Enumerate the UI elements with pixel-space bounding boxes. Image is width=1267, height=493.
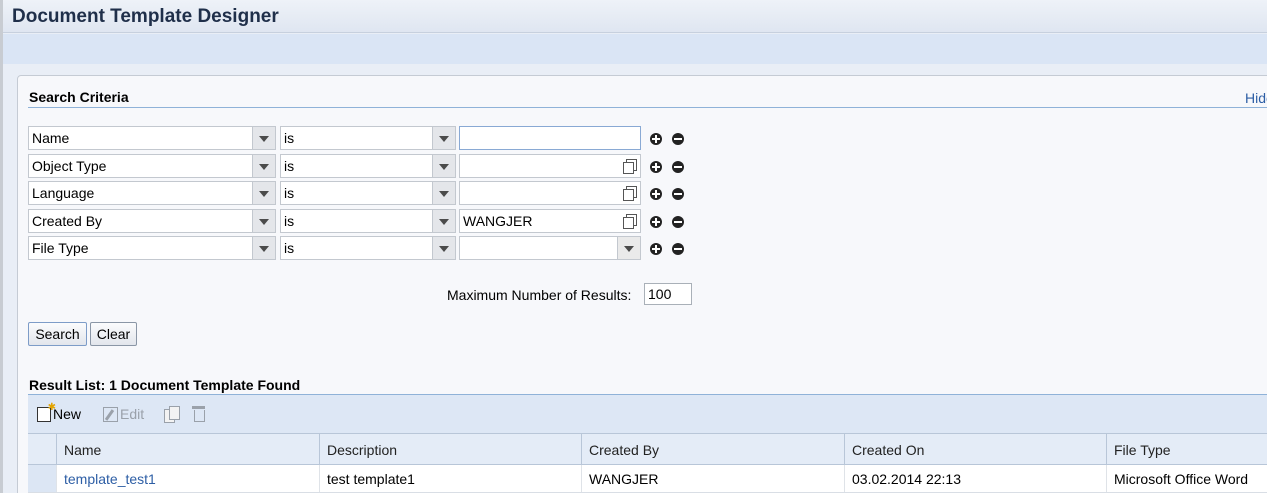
chevron-down-icon[interactable] — [252, 155, 275, 177]
chevron-down-icon[interactable] — [252, 210, 275, 232]
edit-button[interactable]: Edit — [103, 406, 144, 422]
max-results-input[interactable] — [644, 283, 692, 305]
chevron-down-icon[interactable] — [252, 237, 275, 259]
title-bar: Document Template Designer — [3, 0, 1267, 33]
sub-header-bar — [3, 34, 1267, 64]
cell-file-type: Microsoft Office Word — [1106, 465, 1267, 492]
criteria-value-select[interactable] — [459, 236, 641, 260]
new-document-icon — [37, 402, 56, 422]
criteria-row-language: Language is — [28, 181, 708, 205]
criteria-operator-select[interactable]: is — [280, 209, 456, 233]
column-header-name[interactable]: Name — [56, 434, 319, 465]
criteria-value-input[interactable] — [459, 154, 641, 178]
table-row[interactable]: template_test1 test template1 WANGJER 03… — [28, 465, 1267, 493]
copy-icon — [164, 406, 180, 423]
table-header: Name Description Created By Created On F… — [28, 433, 1267, 465]
add-row-icon[interactable] — [650, 188, 662, 200]
criteria-field-select[interactable]: Created By — [28, 209, 276, 233]
template-name-link[interactable]: template_test1 — [64, 471, 156, 487]
criteria-field-select[interactable]: Language — [28, 181, 276, 205]
add-row-icon[interactable] — [650, 216, 662, 228]
result-toolbar: New Edit — [28, 395, 1267, 433]
select-all-cell[interactable] — [28, 434, 56, 464]
remove-row-icon[interactable] — [672, 133, 684, 145]
hide-link[interactable]: Hide — [1245, 90, 1267, 106]
criteria-row-object-type: Object Type is — [28, 154, 708, 178]
criteria-value-input[interactable] — [459, 126, 641, 150]
cell-description: test template1 — [319, 465, 581, 492]
cell-name: template_test1 — [56, 465, 319, 492]
chevron-down-icon[interactable] — [432, 210, 455, 232]
search-criteria-divider — [28, 107, 1267, 108]
column-header-created-by[interactable]: Created By — [581, 434, 844, 465]
edit-icon — [103, 406, 118, 422]
criteria-value-input[interactable]: WANGJER — [459, 209, 641, 233]
criteria-operator-select[interactable]: is — [280, 126, 456, 150]
chevron-down-icon[interactable] — [432, 127, 455, 149]
remove-row-icon[interactable] — [672, 243, 684, 255]
column-header-description[interactable]: Description — [319, 434, 581, 465]
remove-row-icon[interactable] — [672, 161, 684, 173]
chevron-down-icon[interactable] — [432, 237, 455, 259]
column-header-file-type[interactable]: File Type — [1106, 434, 1267, 465]
result-list-title: Result List: 1 Document Template Found — [29, 377, 301, 393]
new-button[interactable]: New — [37, 402, 81, 422]
clear-button[interactable]: Clear — [90, 322, 137, 346]
criteria-field-select[interactable]: File Type — [28, 236, 276, 260]
criteria-operator-select[interactable]: is — [280, 236, 456, 260]
max-results-label: Maximum Number of Results: — [447, 287, 632, 303]
chevron-down-icon[interactable] — [252, 182, 275, 204]
criteria-row-name: Name is — [28, 126, 708, 150]
window-left-edge — [0, 0, 3, 493]
column-header-created-on[interactable]: Created On — [844, 434, 1106, 465]
criteria-row-created-by: Created By is WANGJER — [28, 209, 708, 233]
trash-icon — [192, 406, 205, 422]
delete-button[interactable] — [192, 406, 205, 422]
add-row-icon[interactable] — [650, 161, 662, 173]
chevron-down-icon[interactable] — [432, 182, 455, 204]
value-help-icon[interactable] — [623, 186, 637, 201]
criteria-field-select[interactable]: Name — [28, 126, 276, 150]
row-selector[interactable] — [28, 465, 56, 492]
copy-button[interactable] — [164, 406, 180, 423]
page-title: Document Template Designer — [12, 6, 279, 27]
cell-created-on: 03.02.2014 22:13 — [844, 465, 1106, 492]
value-help-icon[interactable] — [623, 214, 637, 229]
chevron-down-icon[interactable] — [432, 155, 455, 177]
cell-created-by: WANGJER — [581, 465, 844, 492]
add-row-icon[interactable] — [650, 133, 662, 145]
add-row-icon[interactable] — [650, 243, 662, 255]
search-button[interactable]: Search — [28, 322, 87, 346]
search-criteria-title: Search Criteria — [29, 89, 129, 105]
remove-row-icon[interactable] — [672, 216, 684, 228]
criteria-row-file-type: File Type is — [28, 236, 708, 260]
remove-row-icon[interactable] — [672, 188, 684, 200]
chevron-down-icon[interactable] — [617, 237, 640, 259]
criteria-field-select[interactable]: Object Type — [28, 154, 276, 178]
chevron-down-icon[interactable] — [252, 127, 275, 149]
criteria-value-input[interactable] — [459, 181, 641, 205]
criteria-operator-select[interactable]: is — [280, 181, 456, 205]
criteria-operator-select[interactable]: is — [280, 154, 456, 178]
value-help-icon[interactable] — [623, 159, 637, 174]
